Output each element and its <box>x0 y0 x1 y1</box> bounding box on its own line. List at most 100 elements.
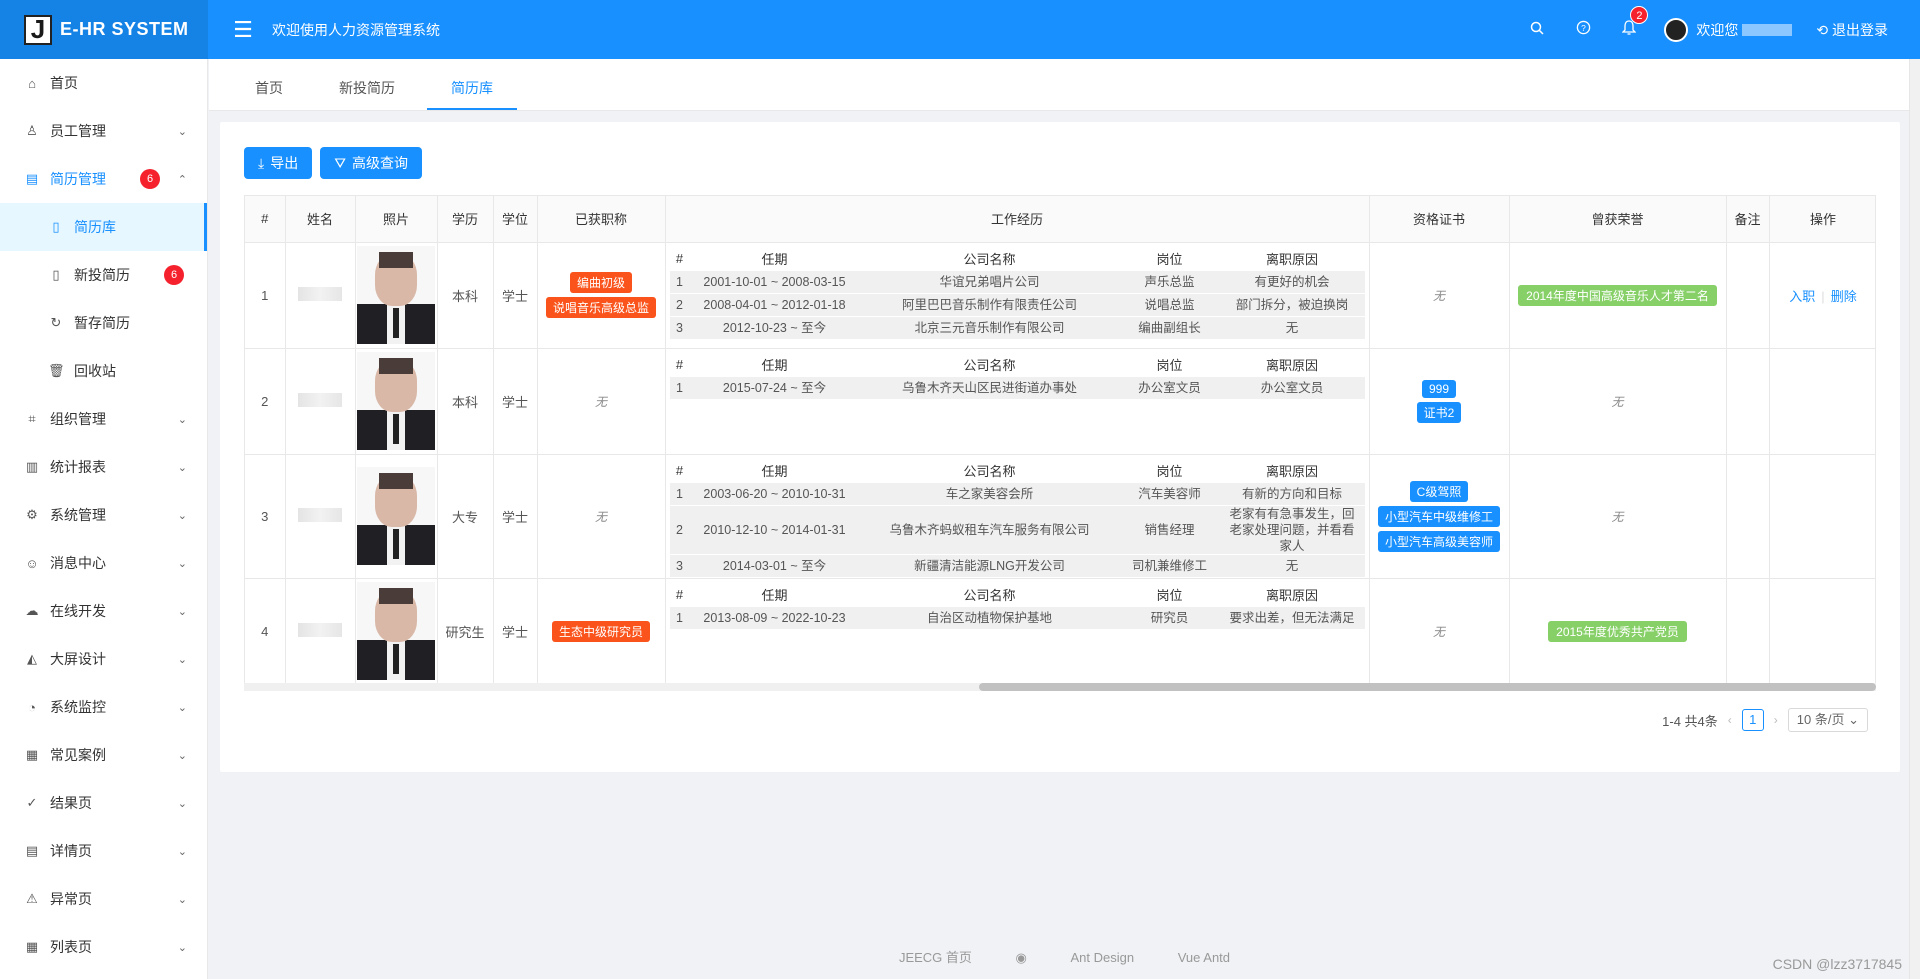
sidebar-item-resume[interactable]: ▤ 简历管理 6 ⌃ <box>0 155 207 203</box>
footer-link-vue-antd[interactable]: Vue Antd <box>1178 950 1230 965</box>
sidebar-item-reports[interactable]: ▥ 统计报表 ⌄ <box>0 443 207 491</box>
sidebar-item-exception[interactable]: ⚠ 异常页 ⌄ <box>0 875 207 923</box>
search-icon[interactable] <box>1514 21 1560 39</box>
advanced-query-button[interactable]: ⛛ 高级查询 <box>320 147 422 179</box>
sidebar-item-home[interactable]: ⌂ 首页 <box>0 59 207 107</box>
delete-action-link[interactable]: 删除 <box>1831 289 1857 304</box>
work-reason: 有新的方向和目标 <box>1219 482 1365 505</box>
photo-image[interactable] <box>357 352 435 450</box>
tab-new-resumes[interactable]: 新投简历 <box>315 66 419 110</box>
prev-page-icon[interactable]: ‹ <box>1728 713 1732 727</box>
remarks-cell <box>1726 578 1770 685</box>
resume-table: # 姓名 照片 学历 学位 已获职称 工作经历 资格证书 曾获荣誉 备注 操作 … <box>244 195 1876 687</box>
sidebar-item-online-dev[interactable]: ☁ 在线开发 ⌄ <box>0 587 207 635</box>
sidebar-item-big-screen[interactable]: ◭ 大屏设计 ⌄ <box>0 635 207 683</box>
photo-image[interactable] <box>357 467 435 565</box>
sidebar-item-label: 简历管理 <box>50 171 106 187</box>
sidebar-item-system[interactable]: ⚙ 系统管理 ⌄ <box>0 491 207 539</box>
sidebar-item-organization[interactable]: ⌗ 组织管理 ⌄ <box>0 395 207 443</box>
horizontal-scrollbar[interactable] <box>244 683 1876 691</box>
photo-image[interactable] <box>357 582 435 680</box>
hire-action-link[interactable]: 入职 <box>1789 289 1815 304</box>
work-history-header: # 任期 公司名称 岗位 离职原因 <box>670 354 1365 376</box>
pagination-summary: 1-4 共4条 <box>1662 713 1718 729</box>
work-company: 车之家美容会所 <box>859 482 1120 505</box>
work-history-row: 3 2014-03-01 ~ 至今 新疆清洁能源LNG开发公司 司机兼维修工无 <box>669 554 1365 577</box>
work-history-table: # 任期 公司名称 岗位 离职原因 1 2015-07-24 ~ 至今 乌鲁木齐天山区民进街道… <box>669 353 1365 400</box>
certificate-tag: 999 <box>1421 379 1457 398</box>
export-button[interactable]: ⤓ 导出 <box>244 147 313 179</box>
none-text: 无 <box>1611 394 1624 409</box>
footer: JEECG 首页 ◉ Ant Design Vue Antd <box>209 947 1920 966</box>
work-history-row: 2 2010-12-10 ~ 2014-01-31 乌鲁木齐蚂蚁租车汽车服务有限公司… <box>669 505 1365 554</box>
sidebar-item-list[interactable]: ▦ 列表页 ⌄ <box>0 923 207 971</box>
work-period: 2003-06-20 ~ 2010-10-31 <box>689 482 860 505</box>
next-page-icon[interactable]: › <box>1774 713 1778 727</box>
scrollbar-thumb[interactable] <box>979 683 1876 691</box>
export-label: 导出 <box>270 155 299 171</box>
logo[interactable]: J E-HR SYSTEM <box>0 0 208 59</box>
sidebar-item-label: 暂存简历 <box>74 315 130 331</box>
footer-link-antd[interactable]: Ant Design <box>1071 950 1135 965</box>
col-header-name: 姓名 <box>285 196 356 243</box>
honor-tag: 2015年度优秀共产党员 <box>1548 620 1687 642</box>
sidebar-item-recycle-bin[interactable]: 🗑 回收站 <box>0 347 207 395</box>
logout-button[interactable]: ⟲ 退出登录 <box>1816 20 1888 40</box>
sidebar-item-employee[interactable]: ♙ 员工管理 ⌄ <box>0 107 207 155</box>
chevron-down-icon: ⌄ <box>177 701 187 714</box>
work-cell: # 任期 公司名称 岗位 离职原因 1 2003-06-20 ~ 2010-10-31 车之家… <box>665 454 1370 579</box>
name-cell <box>285 242 356 349</box>
honor-tag: 2014年度中国高级音乐人才第二名 <box>1518 284 1717 306</box>
work-position: 销售经理 <box>1119 505 1220 554</box>
work-period: 2013-08-09 ~ 2022-10-23 <box>689 606 860 629</box>
vertical-scrollbar[interactable] <box>1909 59 1920 979</box>
col-header-degree: 学位 <box>493 196 538 243</box>
username-redacted <box>1742 23 1793 36</box>
photo-image[interactable] <box>357 246 435 344</box>
name-redacted <box>298 622 342 637</box>
sidebar-item-saved-resumes[interactable]: ↻ 暂存简历 <box>0 299 207 347</box>
row-index-cell: 4 <box>245 578 286 685</box>
tab-home[interactable]: 首页 <box>231 66 307 110</box>
tab-resume-library[interactable]: 简历库 <box>427 66 517 110</box>
col-header-index: # <box>245 196 286 243</box>
work-period: 2008-04-01 ~ 2012-01-18 <box>689 293 860 316</box>
footer-link-jeecg[interactable]: JEECG 首页 <box>899 950 972 965</box>
github-icon[interactable]: ◉ <box>1016 950 1027 965</box>
menu-fold-icon[interactable]: ☰ <box>228 17 258 43</box>
none-text: 无 <box>1432 624 1445 639</box>
degree-value: 学士 <box>501 624 528 640</box>
sidebar-item-resume-library[interactable]: ▯ 简历库 <box>0 203 207 251</box>
csdn-watermark: CSDN @lzz3717845 <box>1772 956 1902 972</box>
notification-bell-icon[interactable]: 2 <box>1606 5 1652 40</box>
sidebar-item-label: 员工管理 <box>50 123 106 139</box>
sidebar-item-messages[interactable]: ☺ 消息中心 ⌄ <box>0 539 207 587</box>
sidebar-item-detail[interactable]: ▤ 详情页 ⌄ <box>0 827 207 875</box>
sidebar-item-monitor[interactable]: ◔ 系统监控 ⌄ <box>0 683 207 731</box>
title-tag: 说唱音乐高级总监 <box>545 297 656 318</box>
work-reason: 要求出差，但无法满足 <box>1219 606 1365 629</box>
filter-icon: ⛛ <box>334 154 346 171</box>
page-number-current[interactable]: 1 <box>1741 709 1764 731</box>
work-no: 1 <box>669 270 690 293</box>
file-icon: ▯ <box>52 267 60 282</box>
logout-label: 退出登录 <box>1832 21 1888 38</box>
sidebar-item-examples[interactable]: ▦ 常见案例 ⌄ <box>0 731 207 779</box>
chevron-down-icon: ⌄ <box>177 509 187 522</box>
user-menu[interactable]: 欢迎您 <box>1664 17 1793 42</box>
work-company: 新疆清洁能源LNG开发公司 <box>859 554 1120 577</box>
sidebar-item-result[interactable]: ✓ 结果页 ⌄ <box>0 779 207 827</box>
col-header-certificates: 资格证书 <box>1369 196 1510 243</box>
work-no: 1 <box>669 606 690 629</box>
trash-icon: 🗑 <box>48 363 65 378</box>
user-icon: ♙ <box>26 123 38 138</box>
settings-icon: ⚙ <box>26 507 38 522</box>
page-size-select[interactable]: 10 条/页 ⌄ <box>1787 708 1868 732</box>
help-icon[interactable]: ? <box>1560 20 1606 39</box>
work-period: 2001-10-01 ~ 2008-03-15 <box>689 270 860 293</box>
work-company: 乌鲁木齐天山区民进街道办事处 <box>859 376 1120 399</box>
certificate-tag: 证书2 <box>1416 401 1462 423</box>
sidebar-item-new-resumes[interactable]: ▯ 新投简历 6 <box>0 251 207 299</box>
work-position: 编曲副组长 <box>1119 316 1220 339</box>
sidebar-item-label: 异常页 <box>50 891 92 907</box>
